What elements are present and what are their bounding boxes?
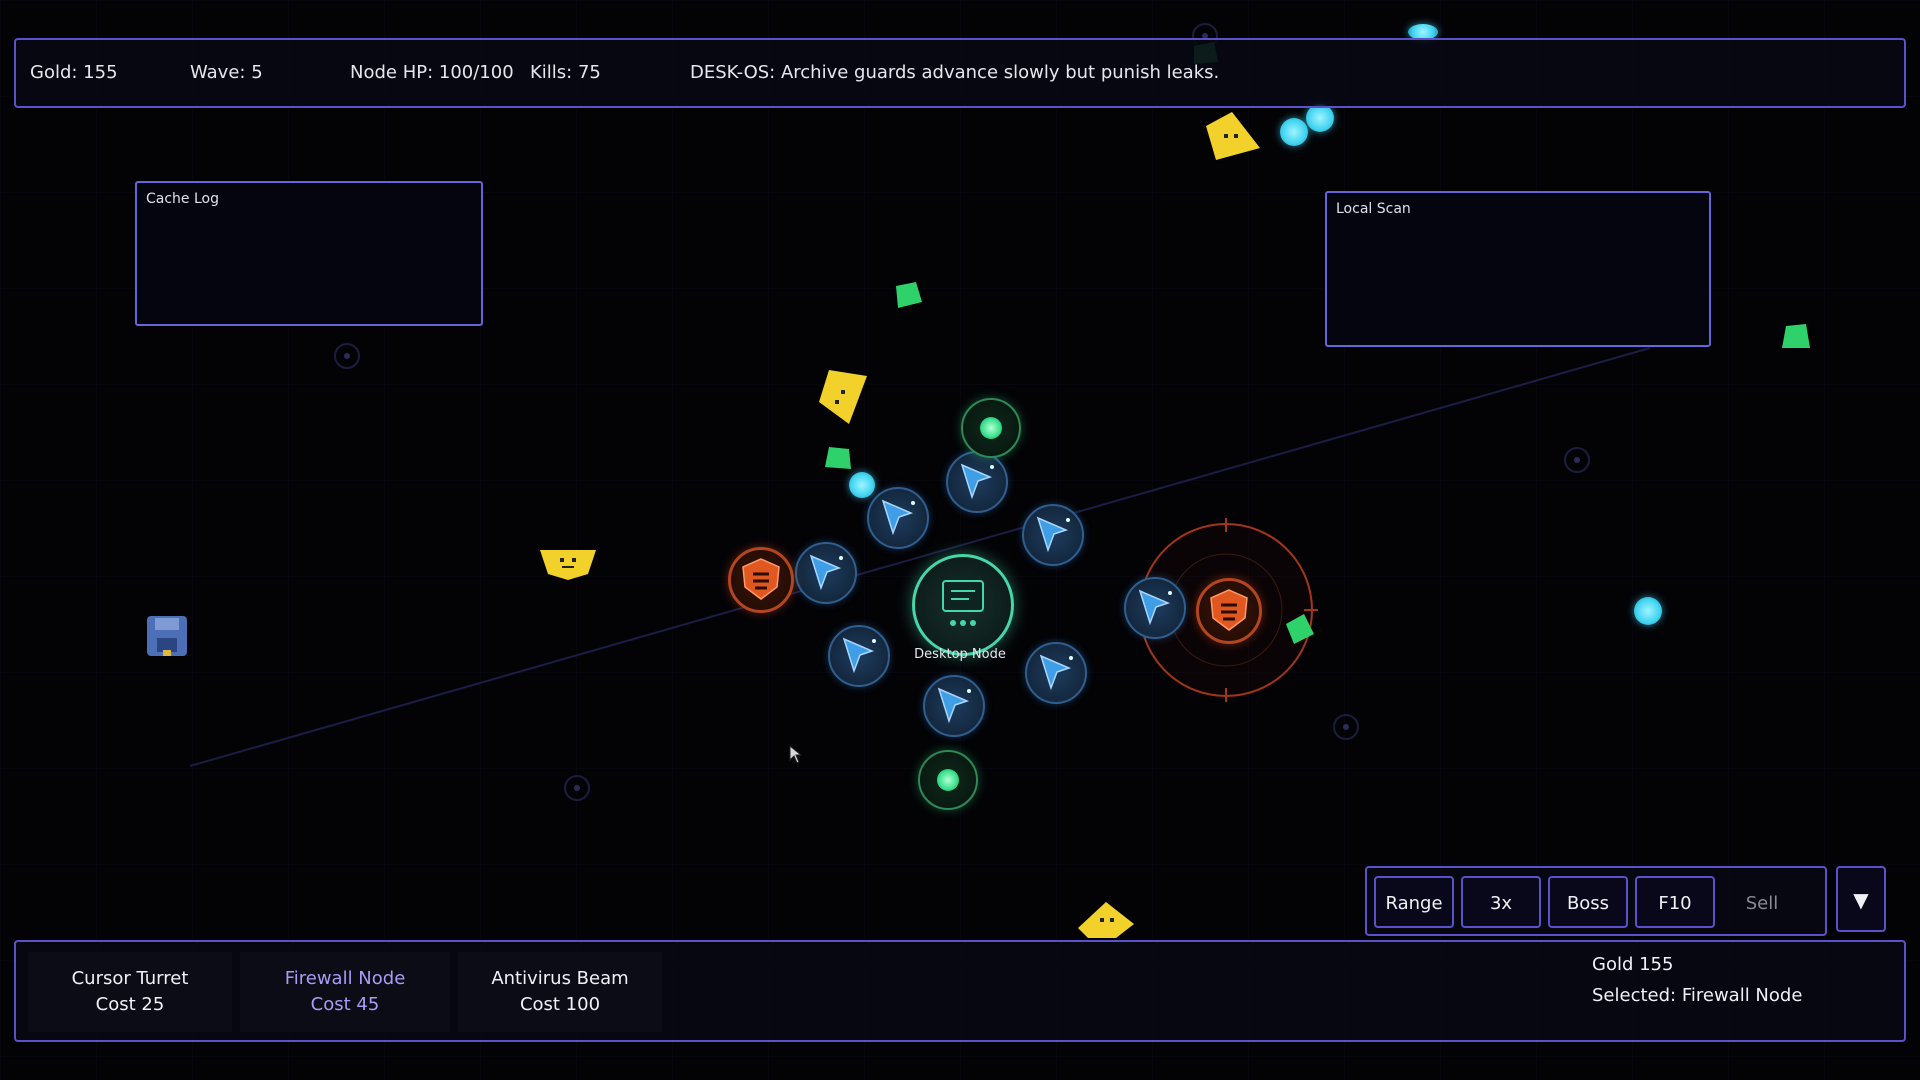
cursor-turret[interactable]: [828, 625, 890, 687]
collapse-toggle-button[interactable]: ▼: [1836, 866, 1886, 932]
cyan-packet-enemy: [849, 472, 875, 498]
firewall-node[interactable]: [728, 547, 794, 613]
green-virus-enemy: [1782, 324, 1810, 348]
shop-item-name: Firewall Node: [284, 968, 406, 989]
cursor-turret[interactable]: [1025, 642, 1087, 704]
boss-button[interactable]: Boss: [1548, 876, 1628, 928]
shop-item-firewall-node[interactable]: Firewall Node Cost 45: [240, 952, 450, 1032]
build-slot[interactable]: [564, 775, 590, 801]
system-message: DESK-OS: Archive guards advance slowly b…: [690, 62, 1220, 83]
cursor-arrow-icon: [881, 499, 915, 536]
firewall-node[interactable]: [1196, 578, 1262, 644]
cursor-turret[interactable]: [867, 487, 929, 549]
mouse-pointer-icon: [789, 745, 803, 764]
range-button[interactable]: Range: [1374, 876, 1454, 928]
wave-counter: Wave: 5: [190, 62, 263, 83]
top-hud-bar: Gold: 155 Wave: 5 Node HP: 100/100 Kills…: [14, 38, 1906, 108]
shop-item-cost: Cost 45: [310, 994, 380, 1015]
cursor-arrow-icon: [1039, 654, 1073, 691]
shop-item-name: Cursor Turret: [71, 968, 189, 989]
local-scan-panel: Local Scan: [1325, 191, 1711, 347]
desktop-node-icon: [942, 580, 984, 626]
cursor-turret[interactable]: [795, 542, 857, 604]
shop-item-cursor-turret[interactable]: Cursor Turret Cost 25: [28, 952, 232, 1032]
desktop-node-label: Desktop Node: [914, 647, 1006, 662]
yellow-archive-guard-enemy: [819, 370, 867, 424]
kills-counter: Kills: 75: [530, 62, 601, 83]
green-virus-enemy: [1286, 614, 1314, 644]
status-selected-tower: Selected: Firewall Node: [1592, 985, 1803, 1006]
beam-core-icon: [937, 769, 959, 791]
yellow-archive-guard-enemy: [540, 550, 596, 580]
sell-button[interactable]: Sell: [1722, 876, 1802, 928]
cursor-turret[interactable]: [946, 451, 1008, 513]
node-hp-counter: Node HP: 100/100: [350, 62, 514, 83]
green-virus-enemy: [825, 447, 851, 469]
shop-item-name: Antivirus Beam: [491, 968, 629, 989]
shield-icon: [1210, 589, 1248, 631]
cursor-turret[interactable]: [1124, 577, 1186, 639]
f10-button[interactable]: F10: [1635, 876, 1715, 928]
build-slot[interactable]: [1564, 447, 1590, 473]
antivirus-beam[interactable]: [918, 750, 978, 810]
cyan-packet-enemy: [1280, 118, 1308, 146]
cursor-arrow-icon: [842, 637, 876, 674]
blue-floppy-enemy: [147, 616, 187, 656]
antivirus-beam[interactable]: [961, 398, 1021, 458]
shop-item-cost: Cost 25: [95, 994, 165, 1015]
gold-counter: Gold: 155: [30, 62, 118, 83]
shop-item-antivirus-beam[interactable]: Antivirus Beam Cost 100: [458, 952, 662, 1032]
build-slot[interactable]: [334, 343, 360, 369]
cursor-turret[interactable]: [923, 675, 985, 737]
local-scan-title: Local Scan: [1336, 201, 1411, 217]
cache-log-panel: Cache Log: [135, 181, 483, 326]
shield-icon: [742, 558, 780, 600]
cursor-arrow-icon: [1036, 516, 1070, 553]
cursor-arrow-icon: [809, 554, 843, 591]
green-virus-enemy: [896, 282, 922, 308]
cursor-arrow-icon: [960, 463, 994, 500]
yellow-archive-guard-enemy: [1078, 902, 1134, 938]
game-canvas[interactable]: Cache Log Local Scan Desktop Node Gold: …: [0, 0, 1920, 1080]
build-slot[interactable]: [1333, 714, 1359, 740]
cursor-turret[interactable]: [1022, 504, 1084, 566]
status-gold: Gold 155: [1592, 954, 1674, 975]
cyan-packet-enemy: [1634, 597, 1662, 625]
yellow-archive-guard-enemy: [1206, 112, 1260, 160]
cursor-arrow-icon: [1138, 589, 1172, 626]
desktop-node-core[interactable]: [912, 554, 1014, 656]
cache-log-title: Cache Log: [146, 191, 219, 207]
cyan-packet-enemy: [1306, 104, 1334, 132]
cursor-arrow-icon: [937, 687, 971, 724]
shop-item-cost: Cost 100: [519, 994, 601, 1015]
beam-core-icon: [980, 417, 1002, 439]
speed-3x-button[interactable]: 3x: [1461, 876, 1541, 928]
